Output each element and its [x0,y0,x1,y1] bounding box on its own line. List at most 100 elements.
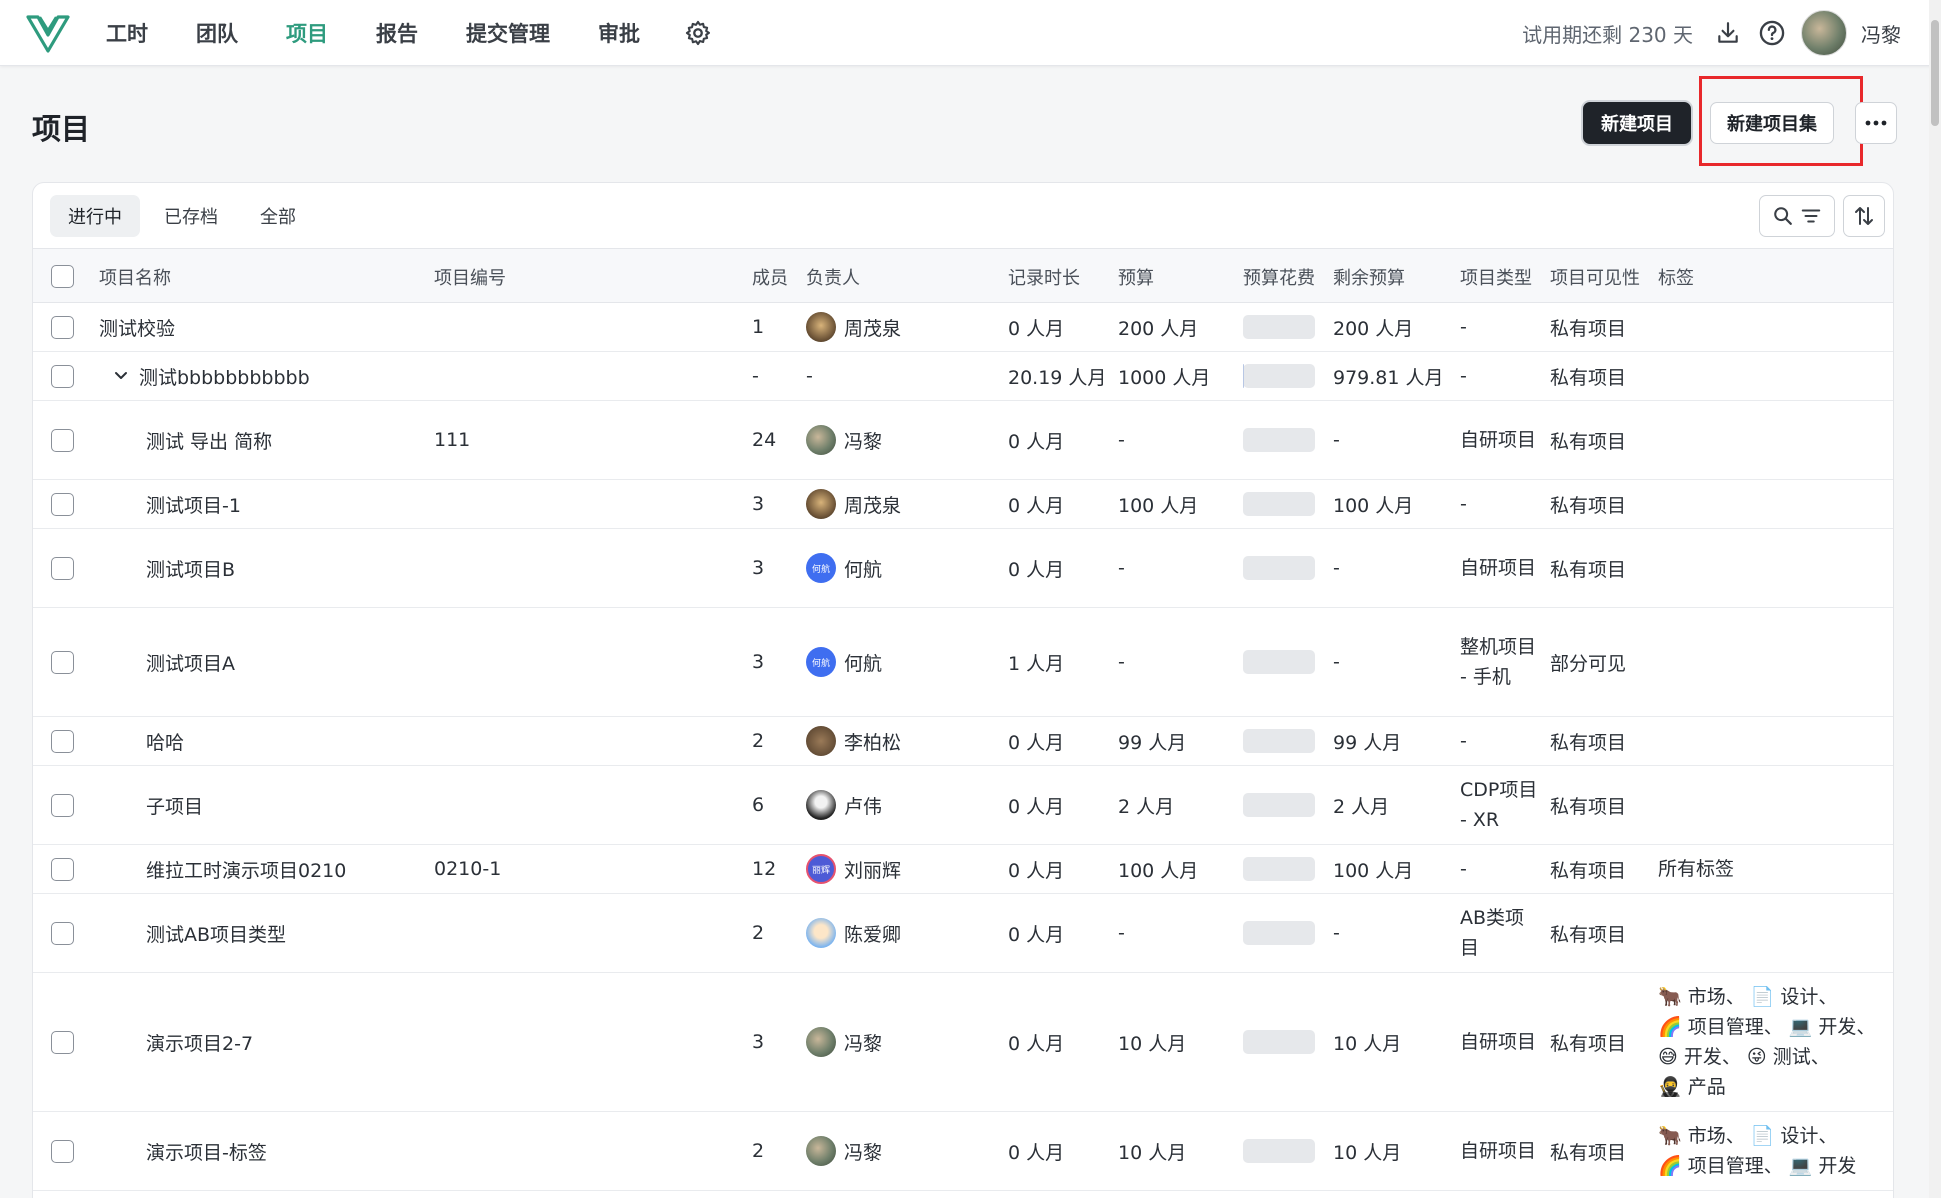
project-name[interactable]: 测试项目-1 [146,480,241,528]
table-row[interactable]: 哈哈 2 李柏松 0 人月 99 人月 99 人月 - 私有项目 [33,717,1893,766]
remaining-budget: 99 人月 [1333,731,1402,754]
owner-cell: 冯黎 [806,973,882,1111]
header-tags[interactable]: 标签 [1658,249,1694,304]
table-row[interactable]: 测试校验 1 周茂泉 0 人月 200 人月 200 人月 - 私有项目 [33,303,1893,352]
nav-item-projects[interactable]: 项目 [286,18,328,48]
budget-spent-bar [1243,650,1315,674]
member-count: 12 [752,858,777,880]
budget-spent-bar-cell [1243,717,1315,765]
tag-line: 🐂 市场、 📄 设计、 [1658,986,1838,1008]
project-name[interactable]: 维拉工时演示项目0210 [146,845,346,893]
search-filter-button[interactable] [1759,195,1835,237]
header-code[interactable]: 项目编号 [434,249,506,304]
logged-time: 0 人月 [1008,430,1065,453]
header-spent[interactable]: 预算花费 [1243,249,1315,304]
member-count: 3 [752,1031,765,1053]
download-icon[interactable] [1713,18,1743,48]
help-icon[interactable] [1757,18,1787,48]
row-checkbox[interactable] [51,1139,74,1163]
row-checkbox[interactable] [51,857,74,881]
tab-all[interactable]: 全部 [242,195,314,237]
sort-button[interactable] [1843,195,1885,237]
table-row[interactable]: 测试项目B 3 何航 何航 0 人月 - - 自研项目 私有项目 [33,529,1893,608]
top-right-area: 试用期还剩 230 天 冯黎 [1522,0,1901,66]
tab-in-progress[interactable]: 进行中 [50,195,140,237]
owner-name: 冯黎 [844,430,883,453]
settings-gear-icon[interactable] [684,19,712,47]
scrollbar-thumb[interactable] [1931,20,1939,126]
budget-spent-bar [1243,1139,1315,1163]
table-row[interactable]: 测试项目-1 3 周茂泉 0 人月 100 人月 100 人月 - 私有项目 [33,480,1893,529]
nav-item-submissions[interactable]: 提交管理 [466,18,550,48]
row-checkbox[interactable] [51,556,74,580]
project-name[interactable]: 测试项目B [146,529,235,607]
owner-name: 陈爱卿 [844,923,902,946]
page-scrollbar[interactable] [1929,0,1941,1198]
header-remaining[interactable]: 剩余预算 [1333,249,1405,304]
project-name[interactable]: 子项目 [146,766,203,844]
page-title: 项目 [32,112,91,146]
table-row[interactable]: 测试 导出 简称 111 24 冯黎 0 人月 - - 自研项目 私有项目 [33,401,1893,480]
tag-line: 🌈 项目管理、 💻 开发 [1658,1155,1857,1177]
table-row[interactable]: 演示项目2-7 3 冯黎 0 人月 10 人月 10 人月 自研项目 私有项目 🐂 市场、 📄 … [33,973,1893,1112]
header-logged[interactable]: 记录时长 [1008,249,1080,304]
remaining-budget: - [1333,922,1340,944]
project-name[interactable]: 演示项目2-7 [146,973,253,1111]
project-name-cell[interactable]: 测试bbbbbbbbbbb [113,352,310,400]
member-count: 6 [752,794,765,816]
nav-item-reports[interactable]: 报告 [376,18,418,48]
select-all-checkbox-cell [51,249,74,304]
row-checkbox[interactable] [51,921,74,945]
project-name[interactable]: 演示项目-标签 [146,1112,267,1190]
owner-name: 冯黎 [844,1032,883,1055]
header-budget[interactable]: 预算 [1118,249,1154,304]
row-checkbox[interactable] [51,729,74,753]
nav-item-approval[interactable]: 审批 [598,18,640,48]
table-row[interactable]: 测试项目A 3 何航 何航 1 人月 - - 整机项目 - 手机 部分可见 [33,608,1893,717]
owner-name: 李柏松 [844,731,902,754]
project-name[interactable]: 测试bbbbbbbbbbb [139,363,310,390]
table-body: 测试校验 1 周茂泉 0 人月 200 人月 200 人月 - 私有项目 测试bbbbbbbbb… [33,303,1893,1191]
row-checkbox[interactable] [51,428,74,452]
nav-item-team[interactable]: 团队 [196,18,238,48]
header-visibility[interactable]: 项目可见性 [1550,249,1640,304]
header-name[interactable]: 项目名称 [99,249,171,304]
row-checkbox[interactable] [51,364,74,388]
project-name[interactable]: 测试AB项目类型 [146,894,286,972]
app-logo-icon[interactable] [26,13,70,53]
member-count: 2 [752,1140,765,1162]
table-row[interactable]: 演示项目-标签 2 冯黎 0 人月 10 人月 10 人月 自研项目 私有项目 🐂 市场、 📄 … [33,1112,1893,1191]
budget: 2 人月 [1118,795,1175,818]
row-checkbox[interactable] [51,1030,74,1054]
nav-item-worktime[interactable]: 工时 [106,18,148,48]
tab-archived[interactable]: 已存档 [146,195,236,237]
remaining-budget: - [1333,651,1340,673]
row-checkbox[interactable] [51,793,74,817]
owner-avatar: 何航 [806,553,836,583]
chevron-down-icon[interactable] [113,368,129,384]
row-checkbox[interactable] [51,492,74,516]
user-name[interactable]: 冯黎 [1861,19,1901,48]
table-row[interactable]: 子项目 6 卢伟 0 人月 2 人月 2 人月 CDP项目 - XR 私有项目 [33,766,1893,845]
table-row[interactable]: 测试AB项目类型 2 陈爱卿 0 人月 - - AB类项目 私有项目 [33,894,1893,973]
project-name[interactable]: 测试项目A [146,608,235,716]
header-members[interactable]: 成员 [752,249,788,304]
row-checkbox-cell [51,766,74,844]
row-checkbox[interactable] [51,650,74,674]
project-name[interactable]: 测试 导出 简称 [146,401,272,479]
row-checkbox[interactable] [51,315,74,339]
new-project-button[interactable]: 新建项目 [1583,102,1691,144]
user-avatar[interactable] [1801,10,1847,56]
logged-time: 0 人月 [1008,731,1065,754]
row-checkbox-cell [51,717,74,765]
header-type[interactable]: 项目类型 [1460,249,1532,304]
project-name[interactable]: 哈哈 [146,717,184,765]
select-all-checkbox[interactable] [51,265,74,288]
table-row[interactable]: 维拉工时演示项目0210 0210-1 12 丽辉 刘丽辉 0 人月 100 人月 100 人… [33,845,1893,894]
header-owner[interactable]: 负责人 [806,249,860,304]
owner-name: 卢伟 [844,795,883,818]
project-name[interactable]: 测试校验 [99,303,175,351]
table-row-group[interactable]: 测试bbbbbbbbbbb - -20.19 人月 1000 人月 979.81 人月 -… [33,352,1893,401]
owner-name: 刘丽辉 [844,859,902,882]
more-options-button[interactable] [1855,102,1897,144]
